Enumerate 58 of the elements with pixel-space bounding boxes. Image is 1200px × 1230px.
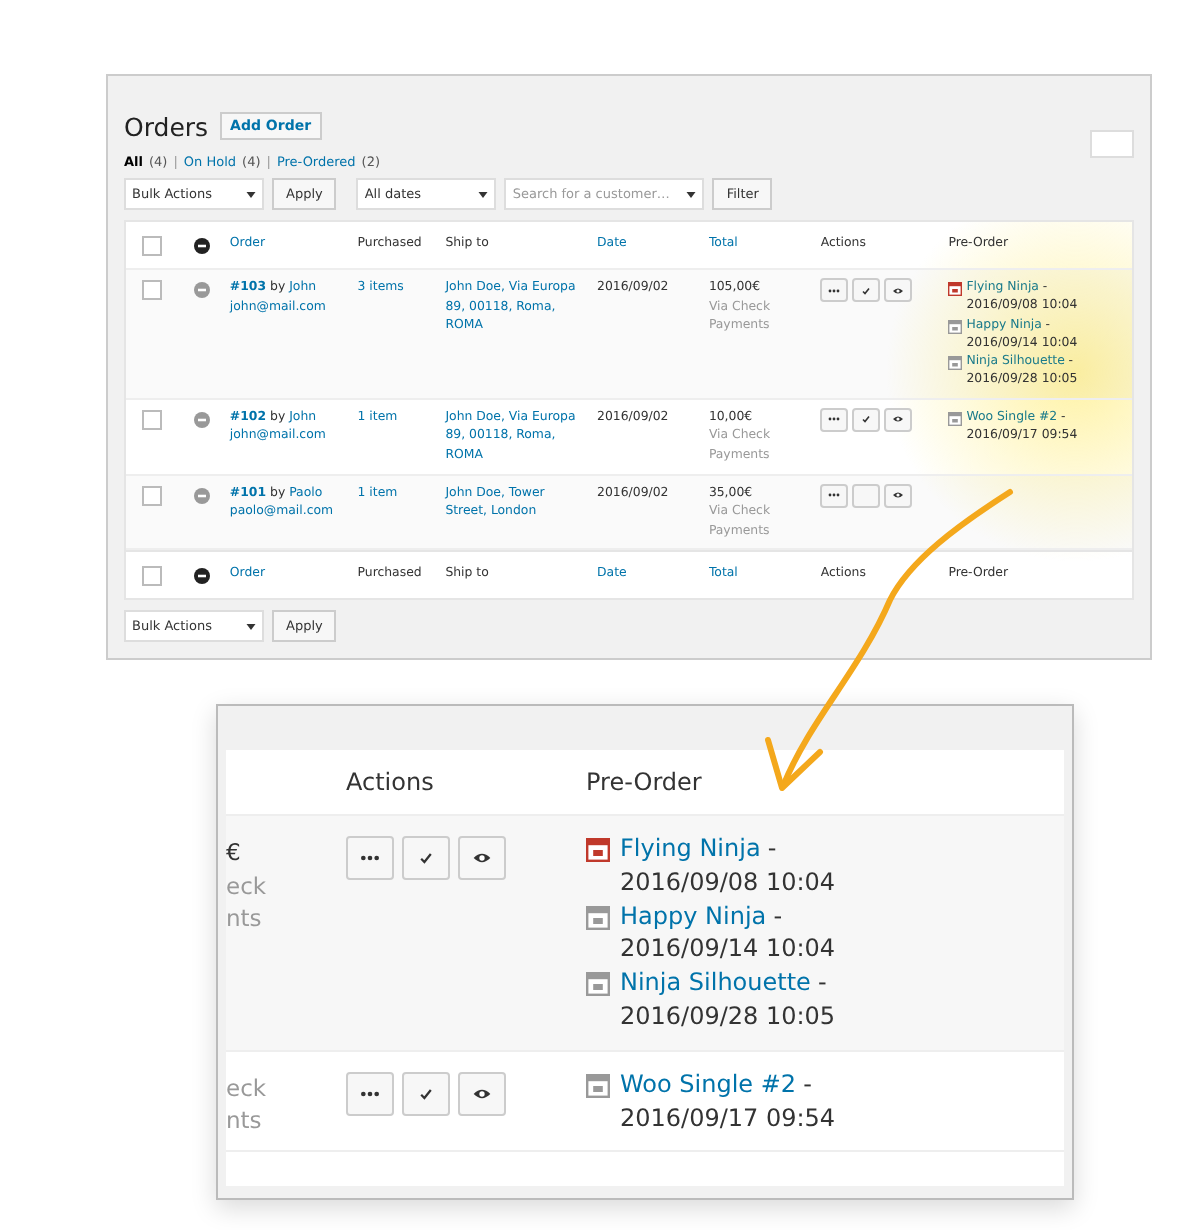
more-button[interactable]	[346, 1071, 394, 1116]
product-link[interactable]: Ninja Silhouette	[620, 968, 811, 997]
dash: -	[767, 834, 777, 862]
column-header: Pre-Order	[586, 768, 702, 796]
dots-icon	[360, 850, 380, 866]
eye-icon	[472, 850, 492, 866]
dash: -	[818, 968, 827, 997]
select-all-checkbox[interactable]	[141, 236, 162, 256]
eye-icon	[892, 490, 905, 501]
checkmark-icon	[416, 1085, 436, 1102]
pre-order-date: 2016/09/17 09:54	[620, 1101, 836, 1135]
eye-icon	[892, 285, 905, 295]
status-icon	[193, 238, 210, 254]
more-button[interactable]	[346, 836, 394, 880]
cut-off-text: nts	[226, 902, 264, 937]
row-checkbox[interactable]	[141, 280, 162, 300]
status-icon	[193, 487, 210, 504]
caret-icon	[686, 191, 697, 197]
eye-icon	[472, 1085, 492, 1102]
column-header: Actions	[346, 768, 434, 796]
pre-order-date: 2016/09/08 10:04	[620, 865, 836, 900]
checkmark-icon	[860, 414, 873, 425]
product-link[interactable]: Flying Ninja	[620, 834, 761, 862]
status-icon	[193, 282, 210, 298]
status-icon	[193, 568, 210, 585]
product-link[interactable]: Happy Ninja	[620, 901, 767, 930]
more-button[interactable]	[820, 278, 849, 302]
checkmark-icon	[416, 850, 436, 866]
cut-off-text: €	[226, 836, 243, 870]
view-button[interactable]	[884, 278, 913, 302]
pre-order-date: 2016/09/28 10:05	[620, 999, 836, 1034]
complete-button[interactable]	[852, 407, 881, 432]
caret-icon	[478, 191, 489, 197]
cut-off-text: nts	[226, 1104, 264, 1139]
pre-order-date: 2016/09/14 10:04	[620, 932, 836, 967]
caret-icon	[246, 191, 256, 197]
cut-off-text: eck	[226, 869, 269, 903]
dots-icon	[828, 414, 841, 425]
page-title: Orders	[124, 111, 209, 141]
dots-icon	[828, 285, 841, 295]
dash: -	[803, 1069, 812, 1098]
screen-options-button[interactable]	[1090, 130, 1134, 158]
caret-icon	[246, 623, 256, 630]
complete-button[interactable]	[852, 278, 881, 302]
select-all-checkbox[interactable]	[141, 566, 162, 587]
checkmark-icon	[860, 285, 873, 295]
view-button[interactable]	[458, 1071, 506, 1116]
cut-off-text: eck	[226, 1071, 269, 1105]
row-checkbox[interactable]	[141, 485, 162, 506]
status-icon	[193, 411, 210, 428]
eye-icon	[892, 414, 905, 425]
more-button[interactable]	[820, 483, 849, 508]
row-checkbox[interactable]	[141, 409, 162, 430]
dash: -	[773, 901, 783, 930]
view-button[interactable]	[458, 836, 506, 880]
dots-icon	[828, 490, 841, 501]
more-button[interactable]	[820, 407, 849, 432]
product-link[interactable]: Woo Single #2	[620, 1069, 797, 1098]
